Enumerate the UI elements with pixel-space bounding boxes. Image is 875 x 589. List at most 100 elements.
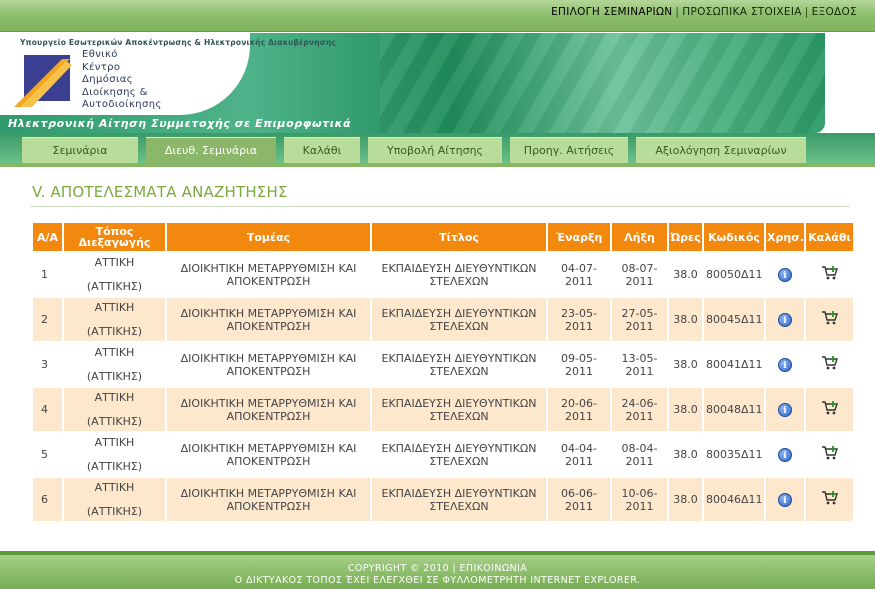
- cell-hours: 38.0: [669, 478, 702, 521]
- institution-name: Εθνικό Κέντρο Δημόσιας Διοίκησης & Αυτοδ…: [82, 49, 162, 112]
- cell-start-date: 04-07-2011: [548, 253, 610, 296]
- contact-link[interactable]: ΕΠΙΚΟΙΝΩΝΙΑ: [460, 563, 528, 574]
- cell-hours: 38.0: [669, 388, 702, 431]
- place-prefecture: (ΑΤΤΙΚΗΣ): [86, 280, 143, 293]
- tab-submit-application[interactable]: Υποβολή Αίτησης: [368, 137, 502, 163]
- cell-code: 80041Δ11: [704, 343, 764, 386]
- cell-end-date: 08-04-2011: [612, 433, 667, 476]
- table-row: 3 ΑΤΤΙΚΗ (ΑΤΤΙΚΗΣ) ΔΙΟΙΚΗΤΙΚΗ ΜΕΤΑΡΡΥΘΜΙΣΗ …: [33, 343, 853, 386]
- cell-cart: [806, 253, 853, 296]
- divider: [30, 206, 850, 207]
- cell-end-date: 27-05-2011: [612, 298, 667, 341]
- logout-link[interactable]: ΕΞΟΔΟΣ: [812, 6, 857, 18]
- place-region: ΑΤΤΙΚΗ: [94, 481, 135, 494]
- app-title: Ηλεκτρονική Αίτηση Συμμετοχής σε Επιμορφ…: [8, 117, 352, 130]
- cell-sector: ΔΙΟΙΚΗΤΙΚΗ ΜΕΤΑΡΡΥΘΜΙΣΗ ΚΑΙ ΑΠΟΚΕΝΤΡΩΣΗ: [167, 298, 370, 341]
- cell-index: 2: [33, 298, 62, 341]
- nav-separator: |: [675, 6, 680, 18]
- cell-title: ΕΚΠΑΙΔΕΥΣΗ ΔΙΕΥΘΥΝΤΙΚΩΝ ΣΤΕΛΕΧΩΝ: [372, 433, 546, 476]
- top-nav: ΕΠΙΛΟΓΗ ΣΕΜΙΝΑΡΙΩΝ | ΠΡΟΣΩΠΙΚΑ ΣΤΟΙΧΕΙΑ …: [551, 6, 857, 18]
- tab-previous-applications[interactable]: Προηγ. Αιτήσεις: [510, 137, 628, 163]
- cell-hours: 38.0: [669, 298, 702, 341]
- cell-index: 5: [33, 433, 62, 476]
- info-icon[interactable]: i: [778, 312, 792, 327]
- footer: COPYRIGHT © 2010 | ΕΠΙΚΟΙΝΩΝΙΑ Ο ΔΙΚΤΥΑΚ…: [0, 551, 875, 589]
- cell-end-date: 10-06-2011: [612, 478, 667, 521]
- tab-admin-seminars[interactable]: Διευθ. Σεμινάρια: [146, 137, 276, 163]
- cell-code: 80048Δ11: [704, 388, 764, 431]
- cell-start-date: 04-04-2011: [548, 433, 610, 476]
- place-region: ΑΤΤΙΚΗ: [94, 391, 135, 404]
- add-to-cart-icon[interactable]: [821, 401, 839, 419]
- cell-title: ΕΚΠΑΙΔΕΥΣΗ ΔΙΕΥΘΥΝΤΙΚΩΝ ΣΤΕΛΕΧΩΝ: [372, 478, 546, 521]
- cell-hours: 38.0: [669, 343, 702, 386]
- add-to-cart-icon[interactable]: [821, 491, 839, 509]
- cell-info: i: [766, 388, 804, 431]
- col-header-info: Χρησ.: [766, 223, 804, 251]
- results-table: Α/Α Τόπος Διεξαγωγής Τομέας Τίτλος Έναρξ…: [31, 221, 855, 523]
- add-to-cart-icon[interactable]: [821, 356, 839, 374]
- tab-seminar-evaluation[interactable]: Αξιολόγηση Σεμιναρίων: [636, 137, 806, 163]
- institution-name-line: Διοίκησης &: [82, 86, 148, 98]
- institution-name-line: Δημόσιας: [82, 74, 134, 85]
- info-icon[interactable]: i: [778, 447, 792, 462]
- cell-title: ΕΚΠΑΙΔΕΥΣΗ ΔΙΕΥΘΥΝΤΙΚΩΝ ΣΤΕΛΕΧΩΝ: [372, 253, 546, 296]
- institution-name-line: Αυτοδιοίκησης: [82, 99, 162, 110]
- cell-sector: ΔΙΟΙΚΗΤΙΚΗ ΜΕΤΑΡΡΥΘΜΙΣΗ ΚΑΙ ΑΠΟΚΕΝΤΡΩΣΗ: [167, 478, 370, 521]
- cell-place: ΑΤΤΙΚΗ (ΑΤΤΙΚΗΣ): [64, 433, 165, 476]
- institution-name-line: Κέντρο: [82, 61, 121, 73]
- cell-index: 1: [33, 253, 62, 296]
- cell-sector: ΔΙΟΙΚΗΤΙΚΗ ΜΕΤΑΡΡΥΘΜΙΣΗ ΚΑΙ ΑΠΟΚΕΝΤΡΩΣΗ: [167, 433, 370, 476]
- place-region: ΑΤΤΙΚΗ: [94, 256, 135, 269]
- banner-decoration: [380, 33, 825, 133]
- cell-info: i: [766, 478, 804, 521]
- cell-place: ΑΤΤΙΚΗ (ΑΤΤΙΚΗΣ): [64, 478, 165, 521]
- cell-start-date: 20-06-2011: [548, 388, 610, 431]
- info-icon[interactable]: i: [778, 402, 792, 417]
- cell-code: 80046Δ11: [704, 478, 764, 521]
- place-region: ΑΤΤΙΚΗ: [94, 346, 135, 359]
- cell-code: 80050Δ11: [704, 253, 764, 296]
- institution-name-line: Εθνικό: [82, 49, 118, 60]
- cell-place: ΑΤΤΙΚΗ (ΑΤΤΙΚΗΣ): [64, 298, 165, 341]
- table-row: 2 ΑΤΤΙΚΗ (ΑΤΤΙΚΗΣ) ΔΙΟΙΚΗΤΙΚΗ ΜΕΤΑΡΡΥΘΜΙΣΗ …: [33, 298, 853, 341]
- cell-code: 80035Δ11: [704, 433, 764, 476]
- cell-cart: [806, 433, 853, 476]
- add-to-cart-icon[interactable]: [821, 446, 839, 464]
- cell-end-date: 08-07-2011: [612, 253, 667, 296]
- cell-title: ΕΚΠΑΙΔΕΥΣΗ ΔΙΕΥΘΥΝΤΙΚΩΝ ΣΤΕΛΕΧΩΝ: [372, 298, 546, 341]
- tab-seminars[interactable]: Σεμινάρια: [22, 137, 138, 163]
- info-icon[interactable]: i: [778, 267, 792, 282]
- col-header-cart: Καλάθι: [806, 223, 853, 251]
- tab-cart[interactable]: Καλάθι: [284, 137, 360, 163]
- personal-info-link[interactable]: ΠΡΟΣΩΠΙΚΑ ΣΤΟΙΧΕΙΑ: [682, 6, 801, 18]
- col-header-place: Τόπος Διεξαγωγής: [64, 223, 165, 251]
- col-header-end: Λήξη: [612, 223, 667, 251]
- add-to-cart-icon[interactable]: [821, 266, 839, 284]
- cell-info: i: [766, 253, 804, 296]
- cell-end-date: 24-06-2011: [612, 388, 667, 431]
- info-icon[interactable]: i: [778, 357, 792, 372]
- place-prefecture: (ΑΤΤΙΚΗΣ): [86, 460, 143, 473]
- cell-place: ΑΤΤΙΚΗ (ΑΤΤΙΚΗΣ): [64, 343, 165, 386]
- add-to-cart-icon[interactable]: [821, 311, 839, 329]
- place-prefecture: (ΑΤΤΙΚΗΣ): [86, 505, 143, 518]
- table-row: 5 ΑΤΤΙΚΗ (ΑΤΤΙΚΗΣ) ΔΙΟΙΚΗΤΙΚΗ ΜΕΤΑΡΡΥΘΜΙΣΗ …: [33, 433, 853, 476]
- col-header-index: Α/Α: [33, 223, 62, 251]
- table-row: 6 ΑΤΤΙΚΗ (ΑΤΤΙΚΗΣ) ΔΙΟΙΚΗΤΙΚΗ ΜΕΤΑΡΡΥΘΜΙΣΗ …: [33, 478, 853, 521]
- cell-place: ΑΤΤΙΚΗ (ΑΤΤΙΚΗΣ): [64, 388, 165, 431]
- cell-sector: ΔΙΟΙΚΗΤΙΚΗ ΜΕΤΑΡΡΥΘΜΙΣΗ ΚΑΙ ΑΠΟΚΕΝΤΡΩΣΗ: [167, 388, 370, 431]
- place-prefecture: (ΑΤΤΙΚΗΣ): [86, 415, 143, 428]
- cell-cart: [806, 343, 853, 386]
- nav-separator: |: [804, 6, 809, 18]
- cell-index: 3: [33, 343, 62, 386]
- col-header-start: Έναρξη: [548, 223, 610, 251]
- institution-logo-icon: [14, 55, 72, 107]
- cell-index: 6: [33, 478, 62, 521]
- select-seminars-link[interactable]: ΕΠΙΛΟΓΗ ΣΕΜΙΝΑΡΙΩΝ: [551, 6, 672, 18]
- info-icon[interactable]: i: [778, 492, 792, 507]
- cell-hours: 38.0: [669, 253, 702, 296]
- place-region: ΑΤΤΙΚΗ: [94, 301, 135, 314]
- cell-sector: ΔΙΟΙΚΗΤΙΚΗ ΜΕΤΑΡΡΥΘΜΙΣΗ ΚΑΙ ΑΠΟΚΕΝΤΡΩΣΗ: [167, 253, 370, 296]
- cell-code: 80045Δ11: [704, 298, 764, 341]
